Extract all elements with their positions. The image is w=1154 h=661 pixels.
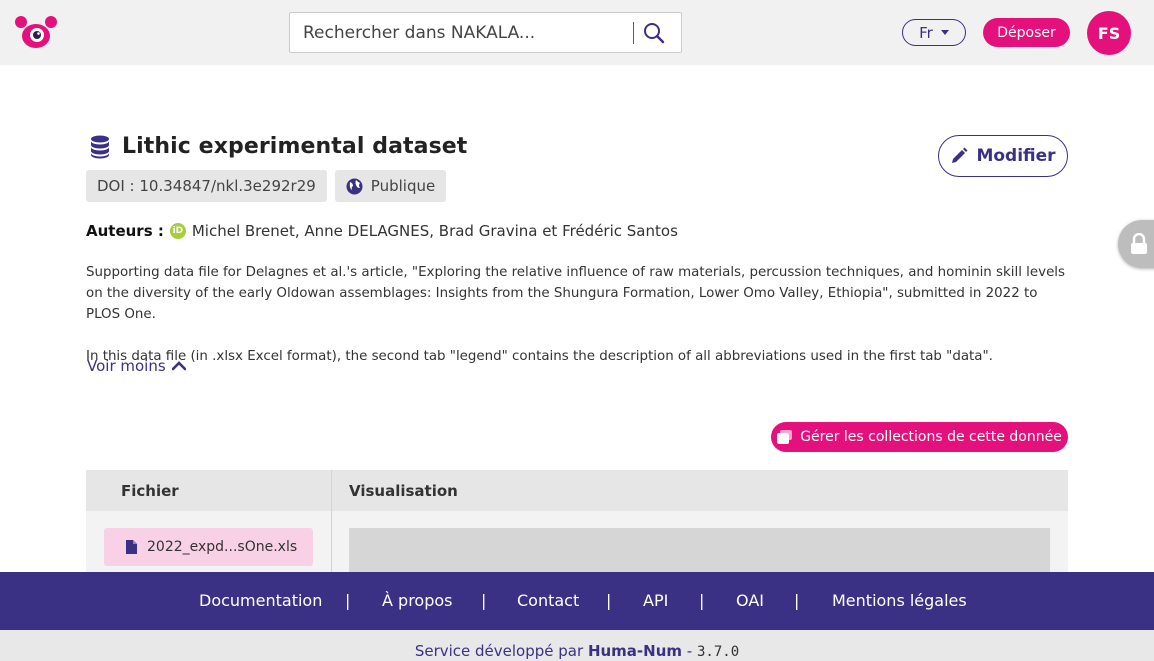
collection-icon bbox=[777, 430, 793, 444]
footer-link-api[interactable]: API bbox=[643, 591, 668, 610]
authors-list: Michel Brenet, Anne DELAGNES, Brad Gravi… bbox=[191, 222, 678, 240]
doi-badge[interactable]: DOI : 10.34847/nkl.3e292r29 bbox=[86, 170, 327, 202]
page-title: Lithic experimental dataset bbox=[122, 134, 468, 159]
nakala-logo-icon bbox=[15, 16, 57, 48]
edit-button[interactable]: Modifier bbox=[938, 135, 1068, 177]
footer-nav: Documentation | À propos | Contact | API… bbox=[0, 572, 1154, 630]
description-paragraph: In this data file (in .xlsx Excel format… bbox=[86, 349, 993, 364]
file-icon bbox=[126, 540, 137, 554]
record-title-row: Lithic experimental dataset bbox=[90, 134, 467, 159]
footer-link-oai[interactable]: OAI bbox=[736, 591, 764, 610]
footer-link-about[interactable]: À propos bbox=[382, 591, 452, 610]
manage-collections-button[interactable]: Gérer les collections de cette donnée bbox=[771, 422, 1068, 452]
record-badges: DOI : 10.34847/nkl.3e292r29 Publique bbox=[86, 170, 447, 202]
user-avatar[interactable]: FS bbox=[1087, 11, 1131, 55]
search-divider bbox=[633, 22, 634, 44]
footer-credit: Service développé par Huma-Num - 3.7.0 bbox=[0, 630, 1154, 661]
search-icon[interactable] bbox=[642, 21, 666, 45]
footer-separator: | bbox=[699, 591, 705, 610]
credit-org-link[interactable]: Huma-Num bbox=[588, 642, 682, 660]
version-number: 3.7.0 bbox=[697, 644, 740, 660]
record-description: Supporting data file for Delagnes et al.… bbox=[86, 262, 1068, 367]
authors-heading: Auteurs : bbox=[86, 222, 164, 240]
globe-icon bbox=[346, 178, 363, 194]
visibility-badge: Publique bbox=[334, 170, 447, 202]
footer-separator: | bbox=[606, 591, 612, 610]
credit-dash: - bbox=[686, 642, 693, 660]
visibility-label: Publique bbox=[370, 177, 436, 195]
database-icon bbox=[91, 135, 109, 158]
lock-icon bbox=[1131, 233, 1147, 254]
column-header-file: Fichier bbox=[86, 470, 331, 511]
file-item[interactable]: 2022_expd...sOne.xls bbox=[104, 528, 313, 566]
authors-line: Auteurs : iD Michel Brenet, Anne DELAGNE… bbox=[86, 222, 678, 240]
language-label: Fr bbox=[919, 23, 933, 42]
doi-text: DOI : 10.34847/nkl.3e292r29 bbox=[97, 177, 316, 195]
footer-link-documentation[interactable]: Documentation bbox=[199, 591, 322, 610]
file-name: 2022_expd...sOne.xls bbox=[147, 539, 298, 555]
top-bar: Fr Déposer FS bbox=[0, 0, 1154, 65]
show-less-label: Voir moins bbox=[87, 357, 166, 375]
footer-link-contact[interactable]: Contact bbox=[517, 591, 579, 610]
pencil-icon bbox=[952, 147, 968, 163]
footer-separator: | bbox=[345, 591, 351, 610]
deposit-button[interactable]: Déposer bbox=[983, 18, 1070, 47]
orcid-icon[interactable]: iD bbox=[169, 223, 186, 239]
chevron-up-icon bbox=[171, 361, 186, 371]
footer-link-legal[interactable]: Mentions légales bbox=[832, 591, 967, 610]
footer-separator: | bbox=[481, 591, 487, 610]
files-table: Fichier Visualisation 2022_expd...sOne.x… bbox=[86, 470, 1068, 588]
chevron-down-icon bbox=[940, 30, 949, 35]
show-less-toggle[interactable]: Voir moins bbox=[87, 357, 186, 375]
edit-label: Modifier bbox=[976, 146, 1056, 166]
manage-collections-label: Gérer les collections de cette donnée bbox=[800, 429, 1062, 445]
column-header-preview: Visualisation bbox=[332, 470, 1068, 511]
nakala-logo[interactable] bbox=[14, 14, 60, 50]
footer-separator: | bbox=[794, 591, 800, 610]
search-box bbox=[289, 12, 682, 53]
lock-tab[interactable] bbox=[1118, 220, 1154, 268]
column-divider bbox=[331, 470, 332, 580]
search-input[interactable] bbox=[290, 13, 630, 52]
description-paragraph: Supporting data file for Delagnes et al.… bbox=[86, 265, 1066, 322]
language-selector[interactable]: Fr bbox=[902, 19, 966, 46]
credit-prefix: Service développé par bbox=[414, 642, 584, 660]
